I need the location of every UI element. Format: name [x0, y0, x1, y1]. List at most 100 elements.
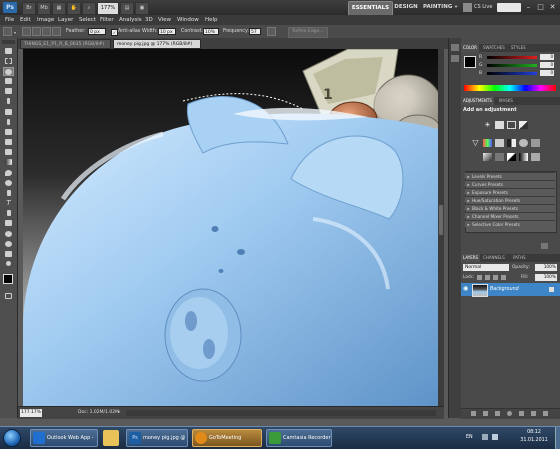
blur-tool-icon[interactable] — [3, 169, 14, 178]
anti-alias-checkbox[interactable]: ✓ — [111, 29, 118, 36]
color-panel-foreground-swatch[interactable] — [464, 56, 476, 68]
color-balance-icon[interactable] — [495, 139, 504, 147]
maximize-icon[interactable]: □ — [535, 2, 546, 12]
adjustment-options-icon[interactable] — [541, 243, 548, 249]
dodge-tool-icon[interactable] — [3, 179, 14, 188]
minimize-icon[interactable]: – — [523, 2, 534, 12]
eraser-tool-icon[interactable] — [3, 148, 14, 157]
canvas-horizontal-scrollbar[interactable] — [126, 410, 436, 416]
3d-orbit-tool-icon[interactable] — [3, 240, 14, 249]
lock-image-icon[interactable] — [485, 275, 490, 280]
link-layers-icon[interactable] — [471, 411, 476, 416]
intersect-selection-icon[interactable] — [52, 27, 61, 36]
arrange-documents-button[interactable]: ▤ — [120, 2, 134, 15]
gradient-map-icon[interactable] — [519, 153, 528, 161]
red-channel-slider[interactable] — [487, 56, 537, 59]
quick-mask-icon[interactable] — [3, 292, 14, 301]
layer-visibility-eye-icon[interactable]: ◉ — [463, 286, 469, 292]
brightness-contrast-icon[interactable]: ☀ — [483, 121, 492, 129]
new-group-icon[interactable] — [519, 411, 524, 416]
color-ramp[interactable] — [464, 85, 556, 91]
zoom-tool-icon[interactable] — [3, 260, 14, 269]
layer-name[interactable]: Background — [490, 283, 519, 296]
green-channel-input[interactable]: 0 — [540, 62, 554, 68]
feather-input[interactable]: 0 px — [88, 28, 106, 35]
list-item[interactable]: ▸ Exposure Presets — [465, 188, 555, 195]
fill-input[interactable]: 100% — [535, 274, 557, 281]
menu-window[interactable]: Window — [177, 15, 199, 25]
history-brush-tool-icon[interactable] — [3, 138, 14, 147]
tab-layers[interactable]: LAYERS — [461, 254, 481, 262]
menu-help[interactable]: Help — [205, 15, 218, 25]
tab-masks[interactable]: MASKS — [497, 97, 515, 105]
list-item[interactable]: ▸ Curves Presets — [465, 180, 555, 187]
opacity-input[interactable]: 100% — [535, 264, 557, 271]
hand-tool-icon[interactable] — [3, 250, 14, 259]
menu-view[interactable]: View — [158, 15, 171, 25]
tab-paths[interactable]: PATHS — [511, 254, 528, 262]
workspace-design[interactable]: DESIGN — [393, 1, 419, 14]
blue-channel-slider[interactable] — [487, 72, 537, 75]
tab-styles[interactable]: STYLES — [509, 44, 528, 52]
menu-image[interactable]: Image — [37, 15, 54, 25]
explorer-icon[interactable] — [103, 430, 119, 446]
actions-panel-icon[interactable] — [451, 55, 459, 62]
document-tab-money-pig[interactable]: money pig.jpg @ 177% (RGB/8#) × — [113, 39, 201, 58]
start-button[interactable] — [3, 429, 21, 447]
tablet-pressure-icon[interactable] — [267, 27, 276, 36]
scrollbar-thumb[interactable] — [439, 205, 443, 235]
pen-tool-icon[interactable] — [3, 189, 14, 198]
new-adjustment-layer-icon[interactable] — [507, 411, 512, 416]
new-selection-icon[interactable] — [22, 27, 31, 36]
tab-channels[interactable]: CHANNELS — [481, 254, 507, 262]
lasso-tool-icon[interactable] — [3, 67, 14, 76]
menu-3d[interactable]: 3D — [145, 15, 153, 25]
layer-row[interactable]: ◉ Background — [461, 283, 560, 297]
tab-adjustments[interactable]: ADJUSTMENTS — [461, 97, 494, 105]
red-channel-input[interactable]: 0 — [540, 54, 554, 60]
view-extras-button[interactable]: ▦ — [52, 2, 66, 15]
marquee-tool-icon[interactable] — [3, 57, 14, 66]
list-item[interactable]: ▸ Black & White Presets — [465, 204, 555, 211]
black-white-icon[interactable] — [507, 139, 516, 147]
posterize-icon[interactable] — [495, 153, 504, 161]
crop-tool-icon[interactable] — [3, 87, 14, 96]
list-item[interactable]: ▸ Levels Presets — [465, 172, 555, 179]
input-language-indicator[interactable]: EN — [466, 434, 473, 442]
levels-icon[interactable] — [495, 121, 504, 129]
list-item[interactable]: ▸ Selective Color Presets — [465, 220, 555, 227]
quick-selection-tool-icon[interactable] — [3, 77, 14, 86]
tab-color[interactable]: COLOR — [461, 44, 479, 52]
screen-mode-button[interactable]: ▣ — [135, 2, 149, 15]
clone-stamp-tool-icon[interactable] — [3, 128, 14, 137]
subtract-from-selection-icon[interactable] — [42, 27, 51, 36]
photo-filter-icon[interactable] — [519, 139, 528, 147]
foreground-color-swatch[interactable] — [3, 274, 13, 284]
more-workspaces-button[interactable]: » — [452, 1, 460, 14]
lock-position-icon[interactable] — [493, 275, 498, 280]
brush-tool-icon[interactable] — [3, 118, 14, 127]
list-item[interactable]: ▸ Hue/Saturation Presets — [465, 196, 555, 203]
green-channel-slider[interactable] — [487, 64, 537, 67]
lock-all-icon[interactable] — [501, 275, 506, 280]
menu-file[interactable]: File — [5, 15, 14, 25]
hue-saturation-icon[interactable] — [483, 139, 492, 147]
list-item[interactable]: ▸ Channel Mixer Presets — [465, 212, 555, 219]
shape-tool-icon[interactable] — [3, 219, 14, 228]
type-tool-icon[interactable]: T — [3, 199, 14, 208]
blend-mode-dropdown[interactable]: Normal — [463, 264, 509, 271]
hand-tool-button[interactable]: ✋ — [67, 2, 81, 15]
image-canvas[interactable]: 1 — [23, 49, 438, 406]
add-mask-icon[interactable] — [495, 411, 500, 416]
lock-transparent-icon[interactable] — [477, 275, 482, 280]
status-zoom-field[interactable]: 177.17% — [20, 409, 43, 417]
frequency-input[interactable]: 57 — [249, 28, 261, 35]
path-selection-tool-icon[interactable] — [3, 209, 14, 218]
menu-filter[interactable]: Filter — [100, 15, 114, 25]
channel-mixer-icon[interactable] — [531, 139, 540, 147]
menu-analysis[interactable]: Analysis — [119, 15, 142, 25]
taskbar-item-photoshop[interactable]: Ps money pig.jpg @ — [126, 429, 188, 447]
tool-preset-dropdown-icon[interactable]: ▾ — [14, 30, 16, 35]
system-clock[interactable]: 08:12 31.01.2011 — [515, 429, 553, 447]
history-panel-icon[interactable] — [451, 44, 459, 51]
